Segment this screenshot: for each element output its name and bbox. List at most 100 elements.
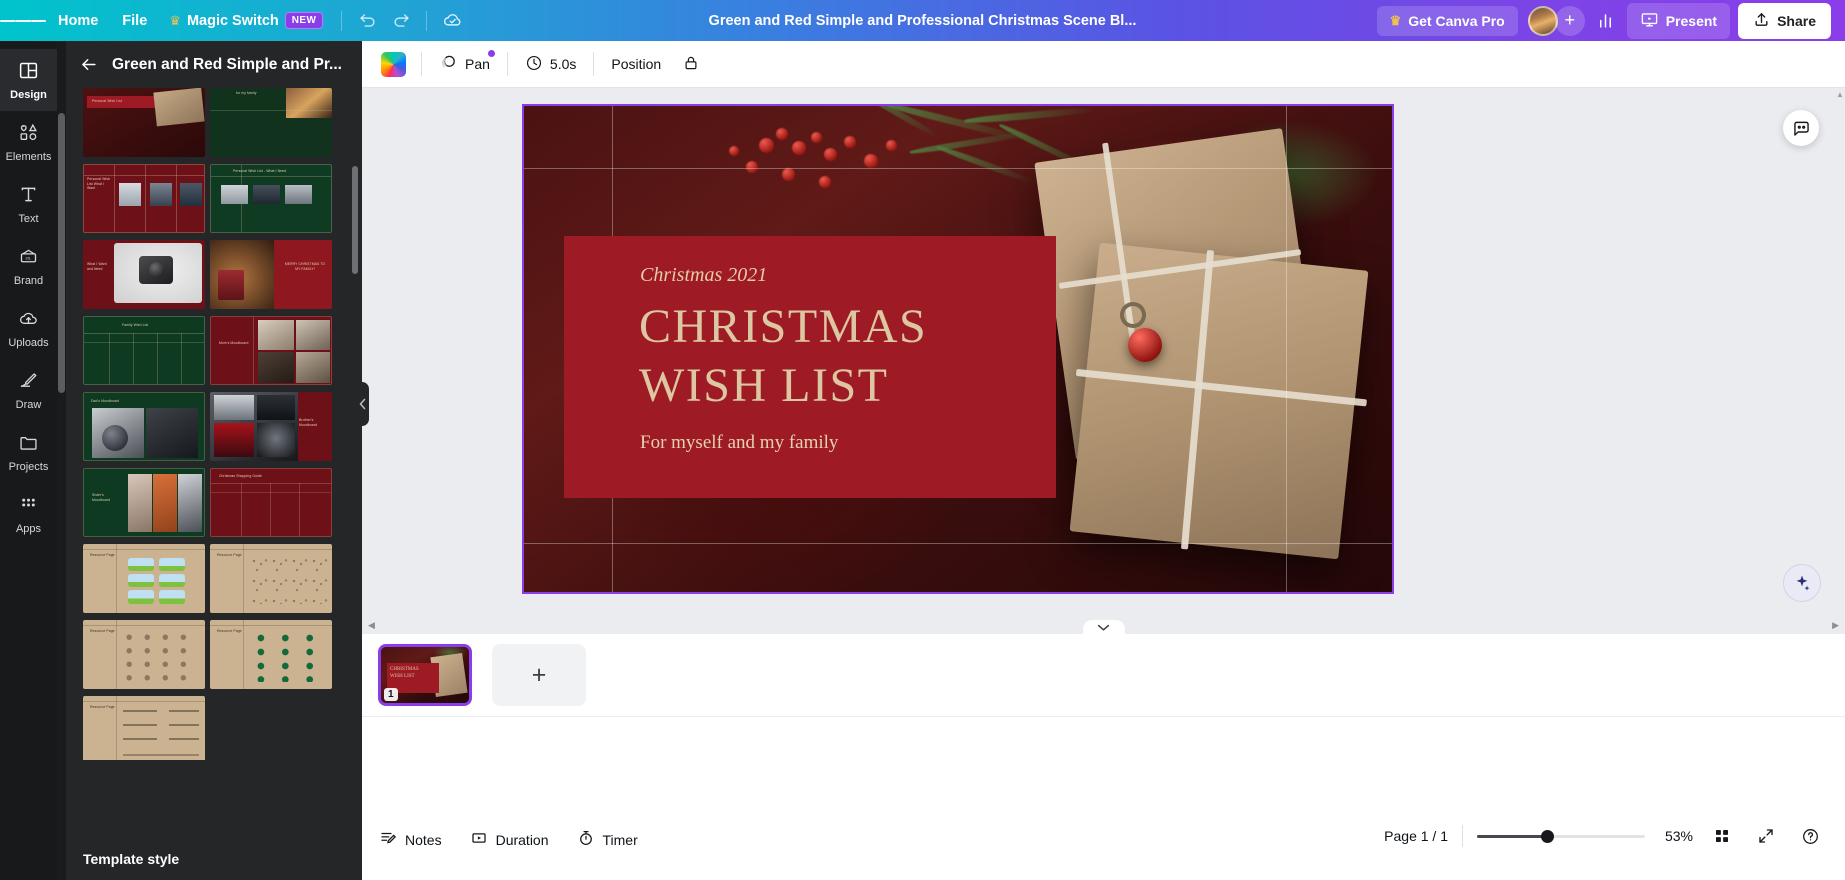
- present-screen-icon: [1640, 10, 1659, 32]
- table-row[interactable]: Dad's Moodboard: [83, 392, 205, 461]
- sidebar-item-label: Uploads: [8, 336, 49, 349]
- table-row[interactable]: Personal Wish List: [83, 88, 205, 157]
- grid-view-icon[interactable]: [1707, 821, 1737, 851]
- animate-pan-button[interactable]: Pan: [428, 46, 501, 82]
- lock-button[interactable]: [674, 47, 708, 82]
- divider: [421, 52, 422, 76]
- share-button[interactable]: Share: [1738, 2, 1831, 39]
- table-row[interactable]: Resource Page: [210, 544, 332, 613]
- new-badge: NEW: [284, 12, 324, 29]
- page-thumbnail-1[interactable]: CHRISTMAS WISH LIST 1: [378, 644, 472, 706]
- table-row[interactable]: Resource Page: [210, 620, 332, 689]
- design-subtitle-text[interactable]: For myself and my family: [640, 432, 838, 454]
- panel-outer-scrollbar[interactable]: [57, 41, 66, 880]
- sidebar-item-elements[interactable]: Elements: [0, 111, 57, 173]
- table-row[interactable]: for my family: [210, 88, 332, 157]
- panel-header: Green and Red Simple and Pr...: [57, 41, 362, 88]
- nav-home-button[interactable]: Home: [46, 7, 110, 35]
- add-page-button[interactable]: +: [492, 644, 586, 706]
- table-row[interactable]: Resource Page: [83, 544, 205, 613]
- thumb-title: Sister's Moodboard: [92, 493, 111, 502]
- zoom-slider-fill: [1477, 835, 1549, 838]
- panel-scrollbar-thumb[interactable]: [352, 166, 358, 274]
- collapse-panel-button[interactable]: [356, 382, 369, 426]
- get-canva-pro-button[interactable]: ♛ Get Canva Pro: [1376, 5, 1518, 36]
- table-row[interactable]: MERRY CHRISTMAS TO MY FAMILY!: [210, 240, 332, 309]
- design-eyebrow-text[interactable]: Christmas 2021: [640, 264, 767, 287]
- undo-icon[interactable]: [350, 4, 384, 38]
- sidebar-item-apps[interactable]: Apps: [0, 483, 57, 545]
- timer-label: Timer: [602, 831, 638, 848]
- page-number-badge: 1: [384, 688, 398, 701]
- table-row[interactable]: Brother's Moodboard: [210, 392, 332, 461]
- panel-scrollbar[interactable]: [352, 96, 358, 756]
- table-row[interactable]: Personal Wish List What I Want: [83, 164, 205, 233]
- collapse-pages-button[interactable]: [1082, 620, 1125, 635]
- notes-icon: [379, 829, 397, 850]
- panel-outer-scrollbar-thumb[interactable]: [58, 113, 65, 393]
- design-canvas[interactable]: Christmas 2021 CHRISTMAS WISH LIST For m…: [522, 104, 1394, 594]
- zoom-slider-knob[interactable]: [1541, 830, 1554, 843]
- redo-icon[interactable]: [384, 4, 418, 38]
- table-row[interactable]: What I Want and Need: [83, 240, 205, 309]
- page-strip: CHRISTMAS WISH LIST 1 +: [362, 634, 1845, 716]
- ornament-bauble: [1128, 328, 1162, 362]
- notes-label: Notes: [405, 831, 442, 848]
- canvas-vertical-scrollbar[interactable]: ▲ ▼: [1836, 90, 1844, 632]
- design-title-line-2: WISH LIST: [639, 358, 889, 412]
- thumb-title: Resource Page: [90, 705, 115, 709]
- zoom-slider[interactable]: [1477, 828, 1645, 844]
- table-row[interactable]: Sister's Moodboard: [83, 468, 205, 537]
- left-rail: Design Elements Text co. Brand Uploads D…: [0, 41, 57, 816]
- scroll-right-arrow-icon[interactable]: ▶: [1832, 620, 1839, 631]
- canva-assistant-sparkle-icon[interactable]: [1783, 564, 1821, 602]
- help-question-icon[interactable]: [1795, 821, 1825, 851]
- position-button[interactable]: Position: [600, 49, 672, 79]
- table-row[interactable]: Resource Page: [83, 696, 205, 760]
- get-pro-label: Get Canva Pro: [1408, 12, 1505, 29]
- sidebar-item-uploads[interactable]: Uploads: [0, 297, 57, 359]
- present-button[interactable]: Present: [1626, 2, 1731, 39]
- magic-switch-button[interactable]: ♛ Magic Switch NEW: [159, 6, 333, 35]
- table-row[interactable]: Mom's Moodboard: [210, 316, 332, 385]
- insights-bar-chart-icon[interactable]: [1589, 4, 1623, 38]
- cloud-saved-icon[interactable]: [435, 4, 469, 38]
- table-row[interactable]: Resource Page: [83, 620, 205, 689]
- fullscreen-expand-icon[interactable]: [1751, 821, 1781, 851]
- thumb-title: Mom's Moodboard: [219, 341, 249, 345]
- notes-button[interactable]: Notes: [368, 821, 453, 858]
- rainbow-color-swatch[interactable]: [381, 51, 406, 77]
- top-right-actions: ♛ Get Canva Pro + Present Share: [1376, 2, 1845, 39]
- canvas-area[interactable]: Christmas 2021 CHRISTMAS WISH LIST For m…: [362, 88, 1845, 635]
- avatar[interactable]: [1527, 5, 1558, 36]
- scroll-left-arrow-icon[interactable]: ◀: [368, 620, 375, 631]
- template-style-footer[interactable]: Template style: [57, 838, 362, 880]
- sidebar-item-label: Draw: [15, 398, 42, 411]
- table-row[interactable]: Christmas Shopping Guide: [210, 468, 332, 537]
- duration-bottom-button[interactable]: Duration: [459, 821, 560, 858]
- scroll-up-arrow-icon[interactable]: ▲: [1836, 90, 1844, 99]
- sidebar-item-draw[interactable]: Draw: [0, 359, 57, 421]
- back-arrow-icon[interactable]: [79, 55, 98, 74]
- title-panel[interactable]: Christmas 2021 CHRISTMAS WISH LIST For m…: [564, 236, 1056, 498]
- share-upload-icon: [1753, 11, 1770, 31]
- add-collaborator-button[interactable]: +: [1554, 5, 1585, 36]
- nav-file-button[interactable]: File: [110, 7, 159, 35]
- canvas-horizontal-scrollbar[interactable]: ◀ ▶: [362, 616, 1845, 635]
- table-row[interactable]: Personal Wish List - What I Need: [210, 164, 332, 233]
- hamburger-menu-icon[interactable]: [0, 0, 46, 41]
- thumb-title: Christmas Shopping Guide: [219, 474, 262, 478]
- document-title[interactable]: Green and Red Simple and Professional Ch…: [643, 13, 1203, 29]
- sidebar-item-text[interactable]: Text: [0, 173, 57, 235]
- timer-button[interactable]: Timer: [566, 821, 649, 858]
- template-style-label: Template style: [83, 851, 180, 867]
- sidebar-item-brand[interactable]: co. Brand: [0, 235, 57, 297]
- duration-button[interactable]: 5.0s: [514, 47, 587, 82]
- panel-title: Green and Red Simple and Pr...: [112, 55, 342, 73]
- sidebar-item-projects[interactable]: Projects: [0, 421, 57, 483]
- design-title-text[interactable]: CHRISTMAS WISH LIST: [639, 298, 1039, 415]
- duration-play-icon: [470, 829, 488, 850]
- table-row[interactable]: Family Wish List: [83, 316, 205, 385]
- sidebar-item-design[interactable]: Design: [0, 49, 57, 111]
- magic-ai-icon[interactable]: [1783, 110, 1819, 146]
